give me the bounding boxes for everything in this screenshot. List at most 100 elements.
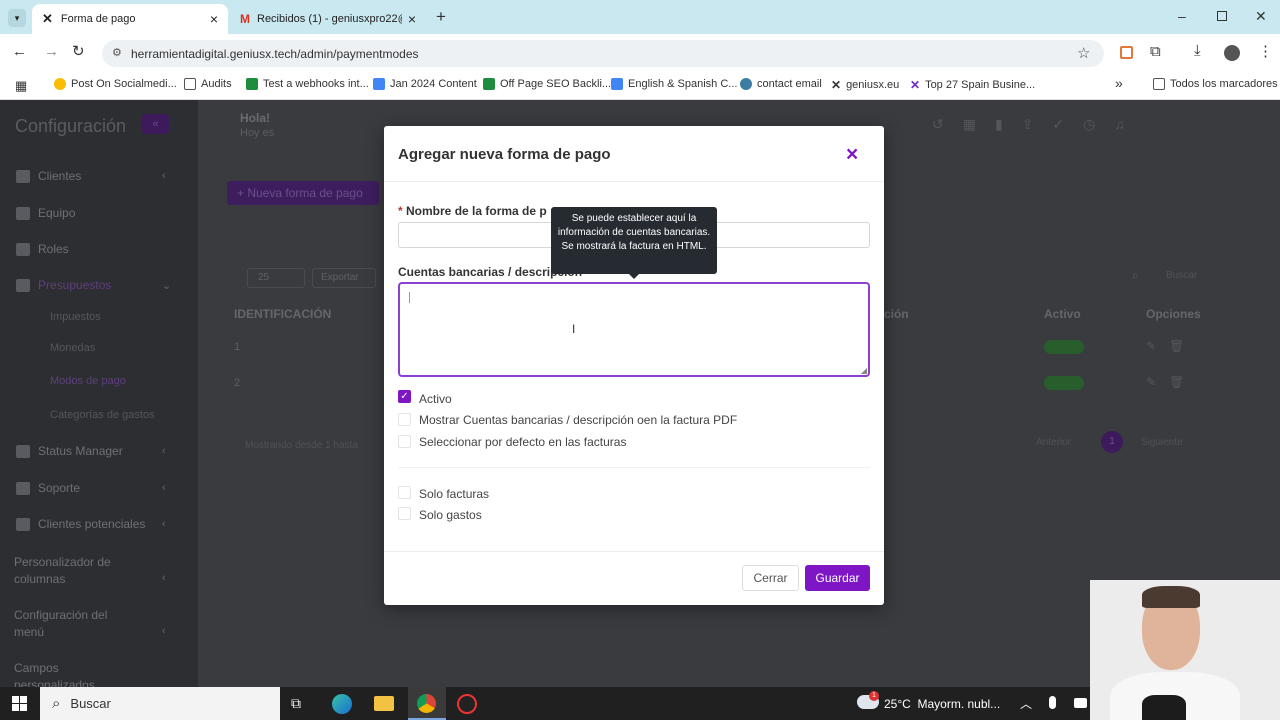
google-icon — [54, 78, 66, 90]
active-toggle[interactable] — [1044, 340, 1084, 354]
windows-start-icon[interactable] — [12, 696, 27, 711]
column-header[interactable]: Activo — [1044, 307, 1081, 321]
search-icon[interactable]: ⌕ — [1132, 268, 1139, 283]
window-close-icon[interactable]: ✕ — [1255, 8, 1267, 25]
bookmark-item[interactable]: contact email — [740, 78, 822, 90]
show-in-pdf-checkbox[interactable] — [398, 413, 411, 426]
bookmark-item[interactable]: Off Page SEO Backli... — [483, 78, 611, 90]
table-search-input[interactable]: Buscar — [1166, 270, 1197, 281]
sidebar-item-icon — [16, 482, 30, 495]
chrome-icon[interactable] — [408, 687, 446, 720]
toolbar-icons: ↺▦▮⇪✓◷♫ — [932, 116, 1144, 132]
delete-icon[interactable]: 🗑 — [1169, 339, 1184, 353]
name-label: * Nombre de la forma de p — [398, 204, 547, 218]
table-info: Mostrando desde 1 hasta — [245, 440, 358, 451]
bookmark-item[interactable]: Audits — [184, 78, 232, 90]
tab-forma-de-pago[interactable]: ✕ Forma de pago × — [32, 4, 228, 34]
microphone-object — [1142, 695, 1186, 720]
microphone-icon[interactable] — [1049, 696, 1056, 709]
page-length-select[interactable]: 25 — [247, 268, 305, 288]
expenses-only-label[interactable]: Solo gastos — [419, 508, 482, 522]
footer-divider — [384, 551, 884, 552]
forward-icon[interactable]: → — [44, 43, 59, 60]
bookmark-item[interactable]: ✕ Top 27 Spain Busine... — [910, 78, 1035, 92]
menu-icon[interactable]: ⋮ — [1258, 42, 1273, 60]
bookmark-item[interactable]: Test a webhooks int... — [246, 78, 369, 90]
sidebar-item-label: Presupuestos — [38, 278, 112, 292]
chevron-icon: ‹ — [162, 170, 166, 182]
text-cursor — [409, 292, 410, 303]
invoices-only-label[interactable]: Solo facturas — [419, 487, 489, 501]
description-tooltip: Se puede establecer aquí la información … — [551, 207, 717, 279]
bookmarks-more-button[interactable]: » — [1115, 75, 1123, 91]
default-selection-label[interactable]: Seleccionar por defecto en las facturas — [419, 435, 626, 449]
column-header[interactable]: Opciones — [1146, 307, 1201, 321]
task-view-icon[interactable]: ⧉ — [291, 695, 301, 712]
back-icon[interactable]: ← — [12, 43, 27, 60]
edge-icon[interactable] — [332, 694, 352, 714]
sidebar-item-icon — [16, 243, 30, 256]
download-icon[interactable]: ⤓ — [1194, 42, 1201, 59]
pagination-page[interactable]: 1 — [1101, 431, 1123, 453]
edit-icon[interactable]: ✎ — [1146, 375, 1156, 389]
edit-icon[interactable]: ✎ — [1146, 339, 1156, 353]
reload-icon[interactable]: ↻ — [72, 42, 85, 60]
sidebar-item-label: Roles — [38, 242, 69, 256]
tray-chevron-icon[interactable]: ︿ — [1020, 695, 1032, 712]
minimize-icon[interactable]: – — [1178, 8, 1186, 24]
column-header[interactable]: ción — [884, 307, 909, 321]
weather-text[interactable]: 25°C Mayorm. nubl... — [884, 697, 1000, 711]
all-bookmarks[interactable]: Todos los marcadores — [1153, 78, 1278, 90]
taskbar-search[interactable]: ⌕ Buscar — [40, 687, 280, 720]
resize-handle-icon[interactable]: ◢ — [861, 366, 867, 375]
sidebar-item-label: Soporte — [38, 481, 81, 495]
url-bar[interactable]: ⚙ herramientadigital.geniusx.tech/admin/… — [102, 40, 1104, 67]
sidebar-item-label: Clientes — [38, 169, 82, 183]
save-button[interactable]: Guardar — [805, 565, 870, 591]
site-info-icon[interactable]: ⚙ — [112, 46, 122, 59]
bank-accounts-description-textarea[interactable]: ◢ — [398, 282, 870, 377]
expenses-only-checkbox[interactable] — [398, 507, 411, 520]
pagination-next[interactable]: Siguiente — [1141, 437, 1183, 448]
close-tab-icon[interactable]: × — [210, 11, 218, 27]
new-payment-mode-button[interactable]: + Nueva forma de pago — [227, 181, 379, 205]
puzzle-icon[interactable]: ⧉ — [1150, 43, 1161, 60]
show-in-pdf-label[interactable]: Mostrar Cuentas bancarias / descripción … — [419, 413, 737, 427]
url-text: herramientadigital.geniusx.tech/admin/pa… — [131, 46, 419, 61]
pagination-prev[interactable]: Anterior — [1036, 437, 1071, 448]
recording-app-icon[interactable] — [457, 694, 477, 714]
file-explorer-icon[interactable] — [374, 696, 394, 711]
active-toggle[interactable] — [1044, 376, 1084, 390]
x-logo-icon: ✕ — [42, 11, 53, 26]
greeting: Hola! — [240, 111, 270, 125]
profile-avatar[interactable] — [1224, 45, 1240, 61]
sidebar-item-icon — [16, 518, 30, 531]
active-checkbox[interactable]: ✓ — [398, 390, 411, 403]
sidebar-item-label: Configuración del menú — [14, 608, 108, 639]
bookmark-item[interactable]: ✕ geniusx.eu — [831, 78, 899, 92]
modal-close-icon[interactable]: × — [846, 143, 858, 167]
star-icon[interactable]: ☆ — [1077, 44, 1090, 62]
tray-app-icon[interactable] — [1074, 698, 1087, 708]
bookmark-item[interactable]: English & Spanish C... — [611, 78, 737, 90]
default-selection-checkbox[interactable] — [398, 435, 411, 448]
invoices-only-checkbox[interactable] — [398, 486, 411, 499]
folder-icon — [1153, 78, 1165, 90]
bookmark-item[interactable]: Jan 2024 Content — [373, 78, 477, 90]
tab-gmail[interactable]: M Recibidos (1) - geniusxpro22@ × — [230, 4, 426, 34]
x-logo-icon: ✕ — [910, 78, 921, 92]
extension-icon[interactable] — [1120, 46, 1133, 59]
delete-icon[interactable]: 🗑 — [1169, 375, 1184, 389]
docs-icon — [373, 78, 385, 90]
apps-icon[interactable]: ▦ — [15, 78, 27, 94]
column-header[interactable]: IDENTIFICACIÓN — [234, 307, 331, 321]
close-tab-icon[interactable]: × — [408, 11, 416, 27]
bookmark-item[interactable]: Post On Socialmedi... — [54, 78, 177, 90]
close-button[interactable]: Cerrar — [742, 565, 799, 591]
active-checkbox-label[interactable]: Activo — [419, 392, 452, 406]
collapse-sidebar-button[interactable]: « — [142, 114, 169, 134]
restore-icon[interactable] — [1217, 11, 1227, 21]
new-tab-button[interactable]: + — [436, 7, 446, 27]
tab-search-icon[interactable]: ▾ — [8, 9, 26, 27]
export-button[interactable]: Exportar — [312, 268, 376, 288]
